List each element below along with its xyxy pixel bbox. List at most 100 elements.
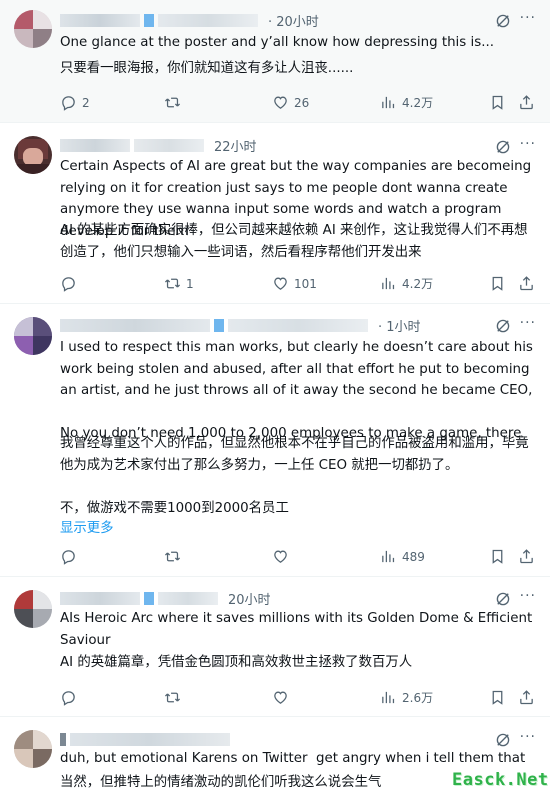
like-count: 101 <box>294 276 317 291</box>
grok-icon[interactable] <box>494 590 512 608</box>
tweet[interactable]: 22小时 ··· Certain Aspects of AI are great… <box>0 124 550 304</box>
more-icon[interactable]: ··· <box>520 136 536 152</box>
like-icon <box>272 548 289 565</box>
share-icon <box>518 275 535 292</box>
tweet-text-zh: AI 的某些方面确实很棒，但公司越来越依赖 AI 来创作，这让我觉得人们不再想创… <box>60 223 528 260</box>
blurred-badge <box>144 591 154 605</box>
more-icon[interactable]: ··· <box>520 588 536 604</box>
reply-icon <box>60 275 77 292</box>
more-icon[interactable]: ··· <box>520 315 536 331</box>
user-name-bar[interactable]: · 20小时 <box>60 11 319 30</box>
share-icon <box>518 689 535 706</box>
tweet-text-en: duh, but emotional Karens on Twitter get… <box>60 751 526 766</box>
avatar[interactable] <box>14 10 52 48</box>
like-icon <box>272 94 289 111</box>
more-icon[interactable]: ··· <box>520 729 536 745</box>
tweet-actions: 1 101 4.2万 <box>60 275 536 295</box>
blurred-handle <box>158 13 258 27</box>
tweet-time[interactable]: 20小时 <box>228 589 271 608</box>
reply-button[interactable] <box>60 689 82 706</box>
tweet-text-zh: 只要看一眼海报，你们就知道这有多让人沮丧...... <box>60 61 354 76</box>
retweet-icon <box>164 548 181 565</box>
user-name-bar[interactable] <box>60 731 240 747</box>
bookmark-button[interactable] <box>489 548 511 565</box>
blurred-handle <box>228 318 368 332</box>
retweet-button[interactable] <box>164 689 186 706</box>
avatar[interactable] <box>14 730 52 768</box>
tweet-actions: 2 26 4.2万 <box>60 94 536 114</box>
share-button[interactable] <box>518 689 540 706</box>
blurred-badge <box>214 318 224 332</box>
tweet[interactable]: · 20小时 ··· One glance at the poster and … <box>0 0 550 123</box>
views-button[interactable]: 4.2万 <box>380 275 433 292</box>
reply-button[interactable] <box>60 548 82 565</box>
blurred-handle <box>134 138 204 152</box>
views-button[interactable]: 4.2万 <box>380 94 433 111</box>
show-more-link[interactable]: 显示更多 <box>60 516 114 536</box>
bookmark-icon <box>489 689 506 706</box>
views-count: 2.6万 <box>402 691 434 705</box>
bookmark-button[interactable] <box>489 94 511 111</box>
tweet-time[interactable]: · 1小时 <box>378 316 421 335</box>
views-icon <box>380 275 397 292</box>
like-button[interactable]: 26 <box>272 94 309 111</box>
retweet-icon <box>164 94 181 111</box>
retweet-button[interactable] <box>164 548 186 565</box>
tweet-time[interactable]: 22小时 <box>214 136 257 155</box>
like-button[interactable]: 101 <box>272 275 317 292</box>
retweet-button[interactable]: 1 <box>164 275 194 292</box>
like-button[interactable] <box>272 689 294 706</box>
reply-icon <box>60 94 77 111</box>
reply-icon <box>60 689 77 706</box>
like-icon <box>272 275 289 292</box>
grok-icon[interactable] <box>494 138 512 156</box>
user-name-bar[interactable]: 22小时 <box>60 136 257 155</box>
bookmark-icon <box>489 275 506 292</box>
share-button[interactable] <box>518 275 540 292</box>
tweet-text-zh: 我曾经尊重这个人的作品，但显然他根本不在乎自己的作品被盗用和滥用，毕竟他为成为艺… <box>60 436 529 516</box>
share-icon <box>518 548 535 565</box>
grok-icon[interactable] <box>494 317 512 335</box>
grok-icon[interactable] <box>494 12 512 30</box>
user-name-bar[interactable]: 20小时 <box>60 589 271 608</box>
tweet-time[interactable]: · 20小时 <box>268 11 319 30</box>
tweet[interactable]: · 1小时 ··· I used to respect this man wor… <box>0 305 550 577</box>
retweet-button[interactable] <box>164 94 186 111</box>
tweet-text-en: AIs Heroic Arc where it saves millions w… <box>60 611 537 648</box>
share-button[interactable] <box>518 548 540 565</box>
retweet-icon <box>164 275 181 292</box>
retweet-count: 1 <box>186 276 194 291</box>
bookmark-button[interactable] <box>489 689 511 706</box>
avatar[interactable] <box>14 590 52 628</box>
tweet[interactable]: 20小时 ··· AIs Heroic Arc where it saves m… <box>0 578 550 717</box>
views-count: 4.2万 <box>402 277 434 291</box>
watermark: Easck.Net <box>452 770 549 790</box>
blurred-handle <box>70 732 230 746</box>
views-count: 489 <box>402 549 425 564</box>
reply-button[interactable] <box>60 275 82 292</box>
like-icon <box>272 689 289 706</box>
like-count: 26 <box>294 95 310 110</box>
bookmark-button[interactable] <box>489 275 511 292</box>
avatar[interactable] <box>14 136 52 174</box>
retweet-icon <box>164 689 181 706</box>
share-icon <box>518 94 535 111</box>
avatar[interactable] <box>14 317 52 355</box>
bookmark-icon <box>489 548 506 565</box>
reply-count: 2 <box>82 95 90 110</box>
user-name-bar[interactable]: · 1小时 <box>60 316 421 335</box>
share-button[interactable] <box>518 94 540 111</box>
reply-button[interactable]: 2 <box>60 94 90 111</box>
grok-icon[interactable] <box>494 731 512 749</box>
blurred-badge <box>144 13 154 27</box>
views-button[interactable]: 489 <box>380 548 425 565</box>
blurred-username <box>60 591 140 605</box>
views-icon <box>380 548 397 565</box>
like-button[interactable] <box>272 548 294 565</box>
blurred-username <box>60 318 210 332</box>
bookmark-icon <box>489 94 506 111</box>
more-icon[interactable]: ··· <box>520 10 536 26</box>
tweet-actions: 2.6万 <box>60 689 536 709</box>
views-icon <box>380 94 397 111</box>
views-button[interactable]: 2.6万 <box>380 689 433 706</box>
